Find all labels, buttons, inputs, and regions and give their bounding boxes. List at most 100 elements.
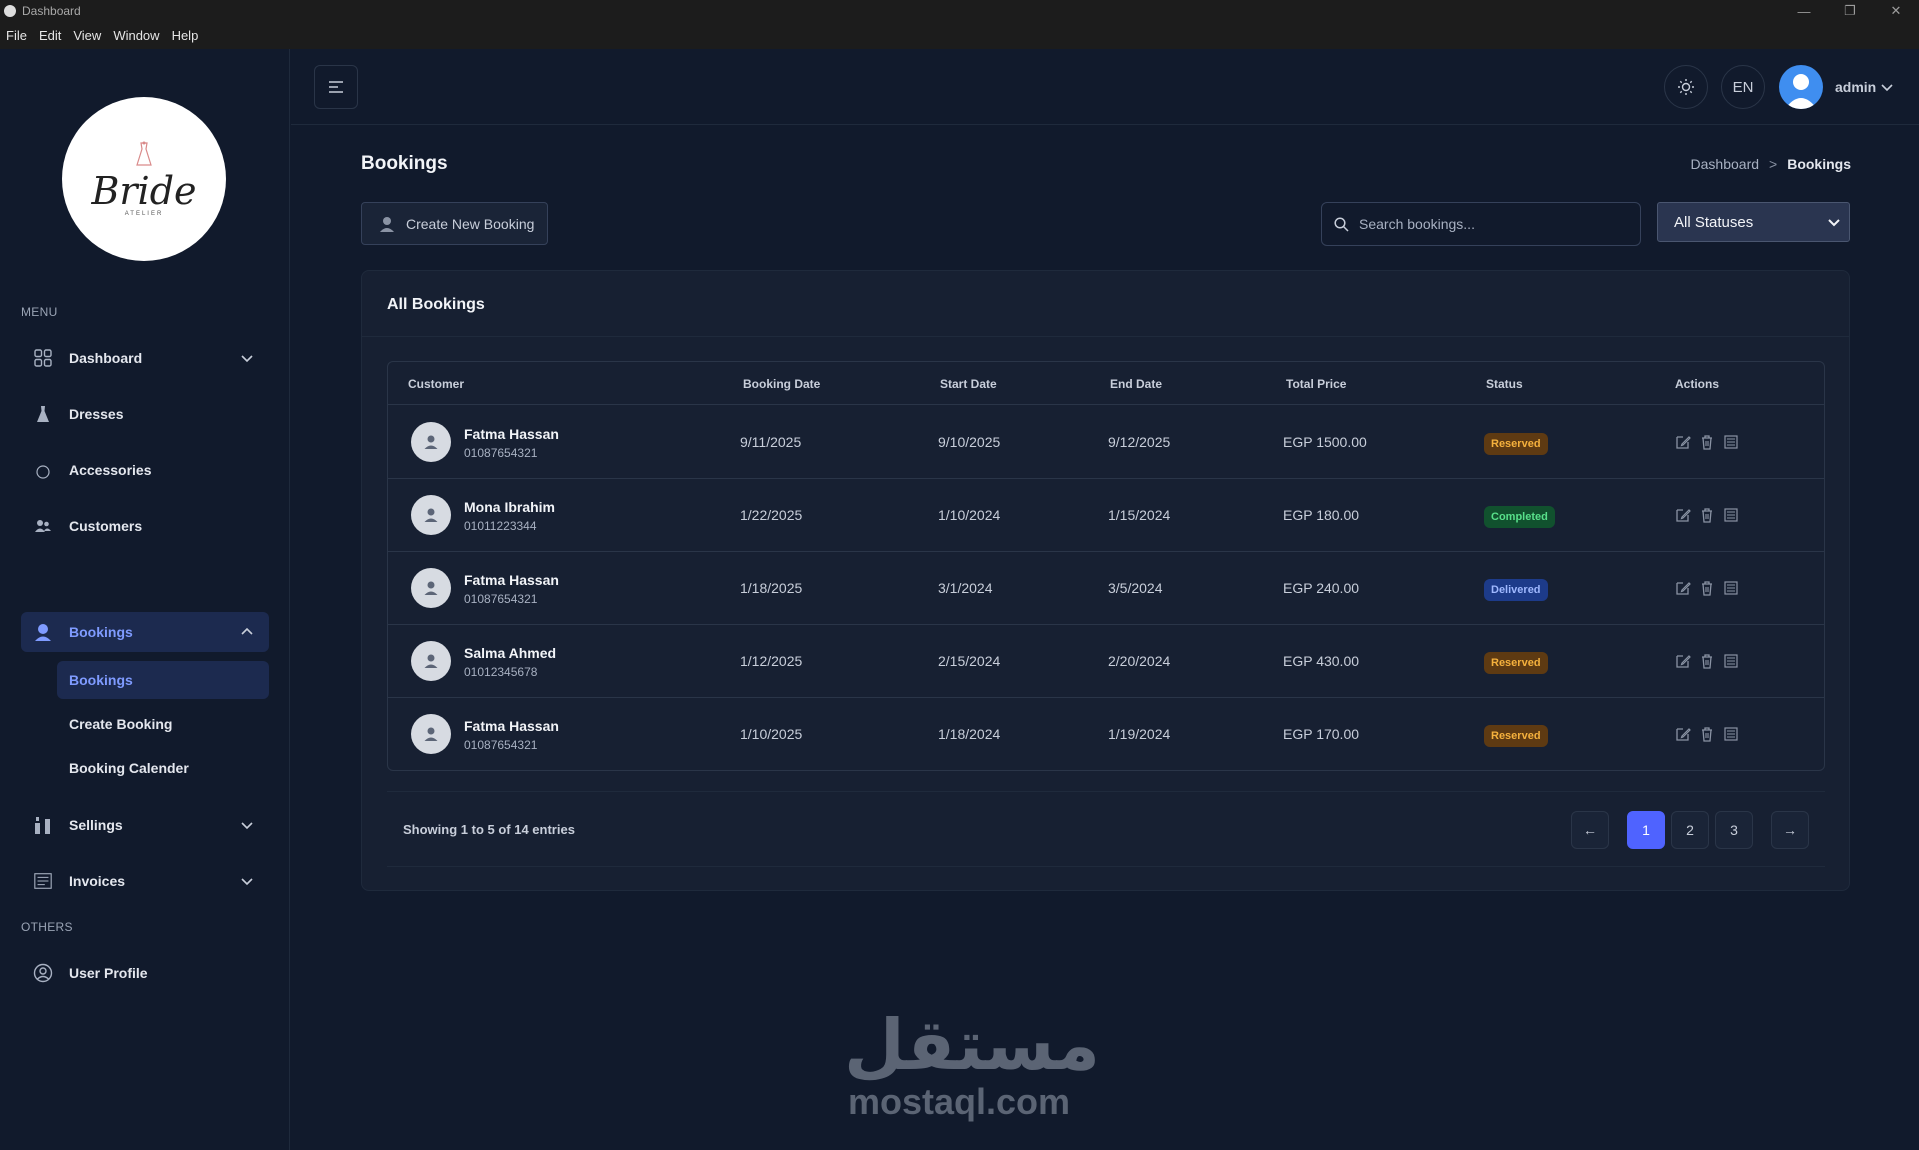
- next-page-button[interactable]: →: [1771, 811, 1809, 849]
- delete-icon[interactable]: [1699, 434, 1715, 450]
- booking-date: 9/11/2025: [740, 434, 802, 450]
- column-header[interactable]: Status: [1486, 377, 1523, 391]
- delete-icon[interactable]: [1699, 726, 1715, 742]
- search-field[interactable]: [1321, 202, 1641, 246]
- chevron-down-icon: [241, 822, 253, 830]
- total-price: EGP 180.00: [1283, 507, 1360, 523]
- delete-icon[interactable]: [1699, 507, 1715, 523]
- theme-toggle-button[interactable]: [1664, 65, 1708, 109]
- sidebar-item-user-profile[interactable]: User Profile: [21, 953, 269, 993]
- total-price: EGP 170.00: [1283, 726, 1360, 742]
- column-header: Actions: [1675, 377, 1720, 391]
- end-date: 9/12/2025: [1108, 434, 1171, 450]
- table-row: Salma Ahmed 01012345678 1/12/2025 2/15/2024…: [388, 625, 1824, 698]
- user-name[interactable]: admin: [1835, 79, 1876, 95]
- column-header[interactable]: Start Date: [940, 377, 997, 391]
- booking-date: 1/12/2025: [740, 653, 803, 669]
- sidebar-item-label: Sellings: [69, 817, 123, 833]
- breadcrumb-dashboard[interactable]: Dashboard: [1691, 156, 1760, 172]
- delete-icon[interactable]: [1699, 653, 1715, 669]
- menu-help[interactable]: Help: [172, 28, 199, 43]
- chevron-down-icon: [1828, 219, 1840, 227]
- customer-avatar-icon: [411, 641, 451, 681]
- status-badge: Reserved: [1484, 652, 1548, 674]
- create-booking-button[interactable]: Create New Booking: [361, 202, 548, 245]
- start-date: 2/15/2024: [938, 653, 1001, 669]
- grid-icon: [33, 348, 53, 368]
- menubar: File Edit View Window Help: [0, 22, 1919, 49]
- status-badge: Completed: [1484, 506, 1555, 528]
- table-row: Fatma Hassan 01087654321 1/18/2025 3/1/2024…: [388, 552, 1824, 625]
- sidebar-item-customers[interactable]: Customers: [21, 506, 269, 546]
- end-date: 2/20/2024: [1108, 653, 1171, 669]
- card-title: All Bookings: [387, 296, 485, 313]
- end-date: 1/15/2024: [1108, 507, 1171, 523]
- menu-file[interactable]: File: [6, 28, 27, 43]
- brand-logo[interactable]: Bride ATELIER: [62, 97, 226, 261]
- search-icon: [1334, 216, 1349, 232]
- end-date: 1/19/2024: [1108, 726, 1171, 742]
- start-date: 3/1/2024: [938, 580, 993, 596]
- sidebar-item-label: Dashboard: [69, 350, 143, 366]
- avatar[interactable]: [1779, 65, 1823, 109]
- page-button-2[interactable]: 2: [1671, 811, 1709, 849]
- subnav-bookings[interactable]: Bookings: [57, 661, 269, 699]
- sidebar-item-label: Dresses: [69, 406, 124, 422]
- invoice-icon[interactable]: [1723, 653, 1739, 669]
- edit-icon[interactable]: [1675, 507, 1691, 523]
- page-button-1[interactable]: 1: [1627, 811, 1665, 849]
- invoice-icon[interactable]: [1723, 434, 1739, 450]
- menu-window[interactable]: Window: [113, 28, 159, 43]
- edit-icon[interactable]: [1675, 434, 1691, 450]
- sidebar-item-accessories[interactable]: Accessories: [21, 450, 269, 490]
- customer-phone: 01087654321: [464, 738, 538, 752]
- bookings-card: All Bookings Customer Booking Date Start…: [361, 270, 1850, 891]
- subnav-create-booking[interactable]: Create Booking: [57, 705, 269, 743]
- search-input[interactable]: [1359, 216, 1629, 232]
- status-filter-select[interactable]: All Statuses: [1657, 202, 1850, 242]
- invoice-icon[interactable]: [1723, 580, 1739, 596]
- window-titlebar: Dashboard — ❐ ✕: [0, 0, 1919, 22]
- window-controls: — ❐ ✕: [1781, 0, 1919, 22]
- column-header[interactable]: End Date: [1110, 377, 1162, 391]
- subnav-booking-calender[interactable]: Booking Calender: [57, 749, 269, 787]
- table-row: Mona Ibrahim 01011223344 1/22/2025 1/10/202…: [388, 479, 1824, 552]
- column-header[interactable]: Total Price: [1286, 377, 1346, 391]
- sidebar-item-invoices[interactable]: Invoices: [21, 861, 269, 901]
- total-price: EGP 1500.00: [1283, 434, 1367, 450]
- invoice-icon[interactable]: [1723, 507, 1739, 523]
- edit-icon[interactable]: [1675, 726, 1691, 742]
- edit-icon[interactable]: [1675, 580, 1691, 596]
- watermark-arabic: مستقل: [844, 1004, 1101, 1086]
- delete-icon[interactable]: [1699, 580, 1715, 596]
- chevron-down-icon: [241, 355, 253, 363]
- sidebar-item-bookings[interactable]: Bookings: [21, 612, 269, 652]
- sidebar-item-sellings[interactable]: Sellings: [21, 805, 269, 845]
- edit-icon[interactable]: [1675, 653, 1691, 669]
- sidebar-toggle-button[interactable]: [314, 65, 358, 109]
- table-footer: Showing 1 to 5 of 14 entries ← 1 2 3 →: [387, 791, 1825, 867]
- watermark: مستقل mostaql.com: [844, 1004, 1101, 1122]
- status-filter-value: All Statuses: [1674, 213, 1754, 231]
- column-header[interactable]: Customer: [408, 377, 464, 391]
- restore-icon[interactable]: ❐: [1827, 0, 1873, 22]
- chevron-down-icon[interactable]: [1880, 80, 1894, 94]
- menu-view[interactable]: View: [73, 28, 101, 43]
- create-booking-label: Create New Booking: [406, 215, 535, 232]
- booking-date: 1/18/2025: [740, 580, 803, 596]
- top-header: EN admin: [291, 49, 1919, 125]
- minimize-icon[interactable]: —: [1781, 0, 1827, 22]
- prev-page-button[interactable]: ←: [1571, 811, 1609, 849]
- page-title: Bookings: [361, 153, 448, 174]
- logo-subtext: ATELIER: [124, 211, 164, 217]
- invoice-icon[interactable]: [1723, 726, 1739, 742]
- entries-summary: Showing 1 to 5 of 14 entries: [403, 822, 575, 837]
- menu-edit[interactable]: Edit: [39, 28, 61, 43]
- page-button-3[interactable]: 3: [1715, 811, 1753, 849]
- column-header[interactable]: Booking Date: [743, 377, 820, 391]
- customer-phone: 01087654321: [464, 592, 538, 606]
- language-button[interactable]: EN: [1721, 65, 1765, 109]
- sidebar-item-dashboard[interactable]: Dashboard: [21, 338, 269, 378]
- close-icon[interactable]: ✕: [1873, 0, 1919, 22]
- sidebar-item-dresses[interactable]: Dresses: [21, 394, 269, 434]
